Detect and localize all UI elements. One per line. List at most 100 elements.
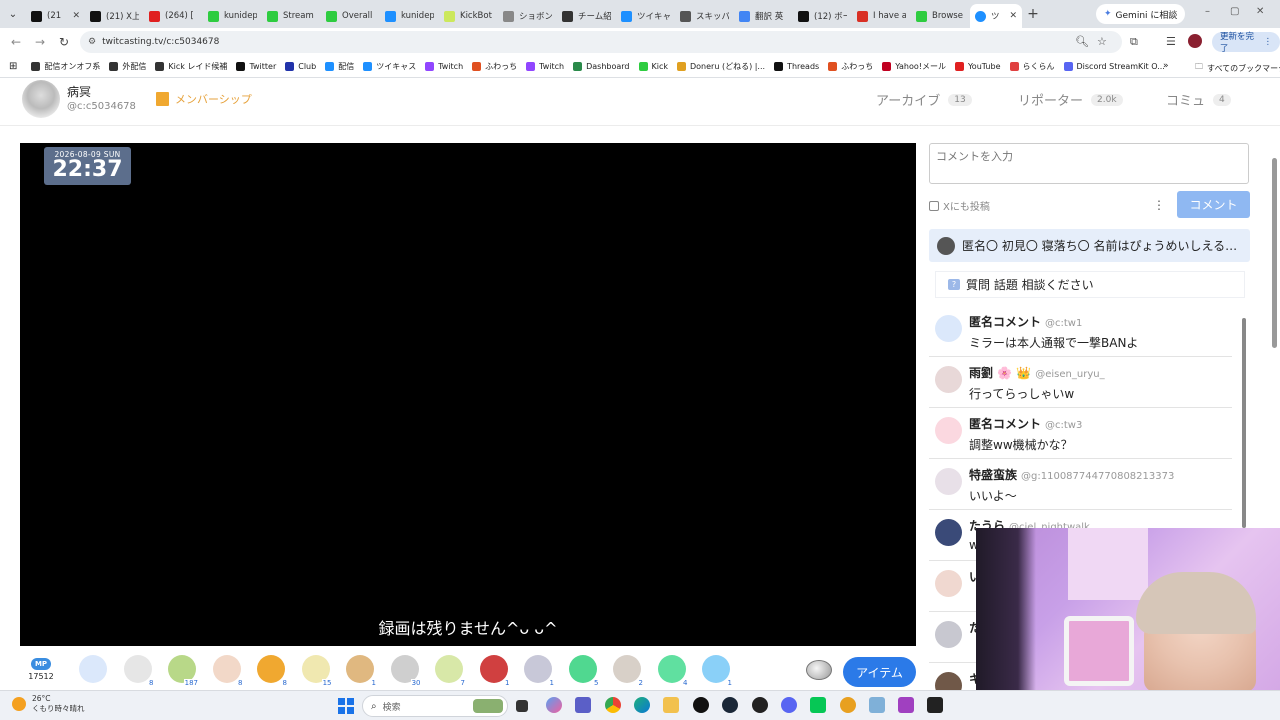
close-window-icon[interactable]: ✕ [1256, 6, 1264, 17]
browser-tab[interactable]: I have a [852, 4, 911, 28]
bookmark-item[interactable]: YouTube [954, 61, 1001, 72]
browser-tab[interactable]: チーム紹 [557, 4, 616, 28]
url-bar[interactable]: ⚙ twitcasting.tv/c:c5034678 [80, 31, 1122, 53]
commenter-name[interactable]: 雨劉 🌸 👑 @eisen_uryu_ [969, 364, 1105, 381]
reload-icon[interactable]: ↻ [52, 35, 76, 49]
taskbar-search[interactable]: ⌕ 検索 [362, 695, 508, 717]
x-post-checkbox[interactable]: Xにも投稿 [929, 198, 990, 213]
bookmark-star-icon[interactable]: ☆ [1097, 35, 1107, 48]
comment-options-icon[interactable]: ⋮ [1153, 198, 1165, 212]
browser-tab[interactable]: KickBot [439, 4, 498, 28]
browser-tab[interactable]: Stream [262, 4, 321, 28]
gift-item[interactable] [76, 655, 110, 687]
gift-item[interactable]: 4 [655, 655, 689, 687]
bookmark-item[interactable]: Dashboard [573, 61, 630, 72]
reading-list-icon[interactable]: ☰ [1166, 35, 1176, 48]
streamer-avatar[interactable] [22, 80, 60, 118]
gift-item[interactable]: 8 [121, 655, 155, 687]
browser-tab[interactable]: Overall [321, 4, 380, 28]
bookmark-item[interactable]: Twitch [526, 61, 564, 72]
notepad-icon[interactable] [869, 697, 885, 713]
explorer-icon[interactable] [663, 697, 679, 713]
bookmark-item[interactable]: Twitter [236, 61, 276, 72]
gift-item[interactable]: 1 [343, 655, 377, 687]
copilot-icon[interactable] [546, 697, 562, 713]
page-scroll-thumb[interactable] [1272, 158, 1277, 348]
gift-item[interactable]: 8 [254, 655, 288, 687]
close-tab-icon[interactable]: ✕ [1009, 11, 1017, 21]
gift-item[interactable]: 30 [388, 655, 422, 687]
item-button[interactable]: アイテム [843, 657, 916, 687]
browser-tab[interactable]: ショボン [498, 4, 557, 28]
bookmark-item[interactable]: Yahoo!メール [882, 61, 946, 72]
steam-icon[interactable] [722, 697, 738, 713]
gemini-button[interactable]: ✦ Gemini に相談 [1096, 4, 1186, 24]
bookmark-item[interactable]: Threads [774, 61, 819, 72]
maximize-icon[interactable]: ▢ [1230, 6, 1239, 17]
update-button[interactable]: 更新を完了 ⋮ [1212, 32, 1280, 54]
back-icon[interactable]: ← [4, 35, 28, 49]
gift-item[interactable]: 15 [299, 655, 333, 687]
new-tab-button[interactable]: + [1022, 6, 1044, 22]
membership-link[interactable]: メンバーシップ [156, 91, 252, 107]
comment-submit-button[interactable]: コメント [1177, 191, 1250, 218]
mp-indicator[interactable]: MP 17512 [26, 658, 56, 681]
browser-tab[interactable]: スキッパ [675, 4, 734, 28]
community-link[interactable]: コミュ 4 [1166, 90, 1231, 109]
task-view-icon[interactable] [516, 700, 528, 712]
site-info-icon[interactable]: ⚙ [88, 37, 96, 47]
more-bookmarks-icon[interactable]: » [1163, 61, 1169, 71]
discord-icon[interactable] [781, 697, 797, 713]
stone-item-icon[interactable] [806, 660, 832, 680]
browser-tab[interactable]: (12) ボー [793, 4, 852, 28]
browser-tab[interactable]: (21 ✕ [26, 4, 85, 28]
coin-app-icon[interactable] [840, 697, 856, 713]
app-icon[interactable] [752, 697, 768, 713]
bookmark-item[interactable]: Doneru (どねる) |... [677, 61, 765, 72]
edge-icon[interactable] [634, 697, 650, 713]
commenter-avatar[interactable] [935, 366, 962, 393]
tab-active[interactable]: ツ ✕ [970, 4, 1022, 28]
browser-tab[interactable]: (21) X上 [85, 4, 144, 28]
gift-item[interactable]: 8 [210, 655, 244, 687]
bookmark-item[interactable]: Kick [638, 61, 668, 72]
browser-tab[interactable]: (264) [ [144, 4, 203, 28]
comment-scroll-thumb[interactable] [1242, 318, 1246, 528]
bookmark-item[interactable]: Club [285, 61, 316, 72]
commenter-avatar[interactable] [935, 672, 962, 690]
bookmark-item[interactable]: ふわっち [828, 61, 873, 72]
browser-tab[interactable]: kunidep [203, 4, 262, 28]
bookmark-item[interactable]: Twitch [425, 61, 463, 72]
gift-item[interactable]: 7 [432, 655, 466, 687]
commenter-avatar[interactable] [935, 468, 962, 495]
start-button[interactable] [338, 698, 354, 714]
all-bookmarks-folder[interactable]: 🗀 すべてのブックマーク [1195, 61, 1280, 75]
browser-tab[interactable]: ツイキャス [616, 4, 675, 28]
extensions-icon[interactable]: ⧉ [1130, 35, 1138, 49]
comment-input[interactable] [929, 143, 1249, 184]
checkbox-box[interactable] [929, 200, 939, 211]
browser-tab[interactable]: 翻訳 英 [734, 4, 793, 28]
bookmark-item[interactable]: ふわっち [472, 61, 517, 72]
forward-icon[interactable]: → [28, 35, 52, 49]
line-icon[interactable] [810, 697, 826, 713]
gift-item[interactable]: 1 [521, 655, 555, 687]
bookmark-item[interactable]: 配信 [325, 61, 354, 72]
tab-search-icon[interactable]: ⌄ [0, 0, 26, 28]
gift-item[interactable]: 187 [165, 655, 199, 687]
obs-icon[interactable] [693, 697, 709, 713]
commenter-name[interactable]: 特盛蛮族 @g:110087744770808213373 [969, 466, 1174, 483]
reporter-link[interactable]: リポーター 2.0k [1018, 90, 1123, 109]
gift-item[interactable]: 5 [566, 655, 600, 687]
profile-avatar[interactable] [1188, 34, 1202, 48]
bookmark-item[interactable]: Discord StreamKit O... [1063, 61, 1165, 72]
commenter-avatar[interactable] [935, 570, 962, 597]
bookmark-item[interactable]: らくらん [1009, 61, 1055, 72]
weather-widget[interactable]: 26°C くもり時々晴れ [12, 694, 85, 714]
page-scrollbar[interactable] [1270, 150, 1278, 350]
commenter-avatar[interactable] [935, 621, 962, 648]
gift-item[interactable]: 1 [477, 655, 511, 687]
gift-item[interactable]: 2 [610, 655, 644, 687]
zoom-icon[interactable]: 🔍︎ [1075, 35, 1089, 48]
bookmark-item[interactable]: Kick レイド候補 [155, 61, 227, 72]
